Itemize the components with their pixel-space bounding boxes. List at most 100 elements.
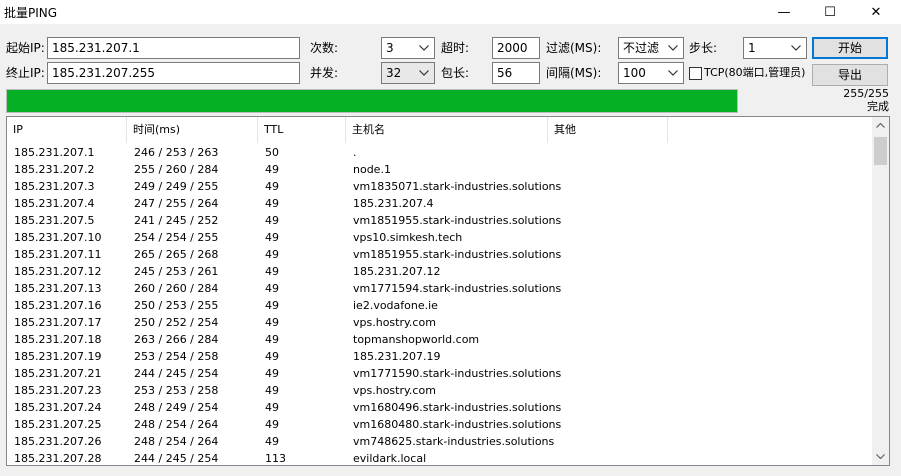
scroll-up-button[interactable] xyxy=(872,117,889,134)
table-row[interactable]: 185.231.207.16 250 / 253 / 255 49 ie2.vodaf… xyxy=(7,297,869,314)
cell-hostname: vps.hostry.com xyxy=(353,384,436,397)
cell-time: 248 / 254 / 264 xyxy=(134,418,219,431)
cell-ttl: 49 xyxy=(265,214,279,227)
export-button[interactable]: 导出 xyxy=(812,64,888,86)
step-select[interactable]: 1 xyxy=(743,37,807,59)
cell-hostname: 185.231.207.12 xyxy=(353,265,441,278)
title-bar: 批量PING — ☐ ✕ xyxy=(0,0,901,24)
table-row[interactable]: 185.231.207.11 265 / 265 / 268 49 vm1851955… xyxy=(7,246,869,263)
cell-time: 255 / 260 / 284 xyxy=(134,163,219,176)
table-row[interactable]: 185.231.207.5 241 / 245 / 252 49 vm1851955.… xyxy=(7,212,869,229)
maximize-button[interactable]: ☐ xyxy=(807,0,853,24)
cell-time: 263 / 266 / 284 xyxy=(134,333,219,346)
cell-hostname: vm748625.stark-industries.solutions xyxy=(353,435,555,448)
count-label: 次数: xyxy=(310,41,339,55)
chevron-down-icon xyxy=(416,39,432,57)
table-row[interactable]: 185.231.207.28 244 / 245 / 254 113 evildark… xyxy=(7,450,869,465)
cell-ip: 185.231.207.18 xyxy=(14,333,102,346)
column-header-ttl[interactable]: TTL xyxy=(258,117,346,143)
count-select[interactable]: 3 xyxy=(381,37,435,59)
column-header-other[interactable]: 其他 xyxy=(548,117,668,143)
table-row[interactable]: 185.231.207.18 263 / 266 / 284 49 topmansho… xyxy=(7,331,869,348)
results-list[interactable]: IP 时间(ms) TTL 主机名 其他 185.231.207.1 246 / … xyxy=(6,116,890,466)
cell-ttl: 49 xyxy=(265,350,279,363)
interval-value: 100 xyxy=(623,66,646,80)
cell-ip: 185.231.207.25 xyxy=(14,418,102,431)
list-rows: 185.231.207.1 246 / 253 / 263 50. 185.231.2… xyxy=(7,144,869,465)
cell-ip: 185.231.207.17 xyxy=(14,316,102,329)
minimize-button[interactable]: — xyxy=(761,0,807,24)
table-row[interactable]: 185.231.207.2 255 / 260 / 284 49 node.1 xyxy=(7,161,869,178)
column-header-ip[interactable]: IP xyxy=(7,117,127,143)
chevron-down-icon xyxy=(876,454,885,459)
cell-ip: 185.231.207.4 xyxy=(14,197,95,210)
concurrency-select[interactable]: 32 xyxy=(381,62,435,84)
table-row[interactable]: 185.231.207.3 249 / 249 / 255 49 vm1835071.… xyxy=(7,178,869,195)
cell-ip: 185.231.207.28 xyxy=(14,452,102,465)
step-label: 步长: xyxy=(689,41,718,55)
progress-fill xyxy=(7,90,737,112)
cell-ttl: 49 xyxy=(265,231,279,244)
maximize-icon: ☐ xyxy=(824,4,836,20)
table-row[interactable]: 185.231.207.17 250 / 252 / 254 49 vps.hostr… xyxy=(7,314,869,331)
cell-ip: 185.231.207.21 xyxy=(14,367,102,380)
vertical-scrollbar[interactable] xyxy=(872,117,889,465)
concurrency-label: 并发: xyxy=(310,66,339,80)
filter-select[interactable]: 不过滤 xyxy=(618,37,684,59)
cell-ip: 185.231.207.2 xyxy=(14,163,95,176)
table-row[interactable]: 185.231.207.13 260 / 260 / 284 49 vm1771594… xyxy=(7,280,869,297)
interval-select[interactable]: 100 xyxy=(618,62,684,84)
tcp-checkbox[interactable] xyxy=(689,67,702,80)
cell-ip: 185.231.207.16 xyxy=(14,299,102,312)
cell-ttl: 49 xyxy=(265,265,279,278)
table-row[interactable]: 185.231.207.24 248 / 249 / 254 49 vm1680496… xyxy=(7,399,869,416)
table-row[interactable]: 185.231.207.26 248 / 254 / 264 49 vm748625.… xyxy=(7,433,869,450)
cell-time: 250 / 252 / 254 xyxy=(134,316,219,329)
timeout-input[interactable]: 2000 xyxy=(492,37,540,59)
cell-ttl: 113 xyxy=(265,452,286,465)
count-value: 3 xyxy=(386,41,394,55)
start-button[interactable]: 开始 xyxy=(812,37,888,59)
table-row[interactable]: 185.231.207.12 245 / 253 / 261 49 185.231.2… xyxy=(7,263,869,280)
cell-ttl: 49 xyxy=(265,248,279,261)
table-row[interactable]: 185.231.207.25 248 / 254 / 264 49 vm1680480… xyxy=(7,416,869,433)
interval-label: 间隔(MS): xyxy=(546,66,602,80)
cell-ttl: 49 xyxy=(265,316,279,329)
table-row[interactable]: 185.231.207.1 246 / 253 / 263 50. xyxy=(7,144,869,161)
cell-ip: 185.231.207.1 xyxy=(14,146,95,159)
chevron-down-icon xyxy=(665,39,681,57)
cell-ttl: 49 xyxy=(265,367,279,380)
cell-time: 248 / 249 / 254 xyxy=(134,401,219,414)
cell-ip: 185.231.207.13 xyxy=(14,282,102,295)
table-row[interactable]: 185.231.207.10 254 / 254 / 255 49 vps10.sim… xyxy=(7,229,869,246)
cell-hostname: 185.231.207.4 xyxy=(353,197,434,210)
scroll-thumb[interactable] xyxy=(874,137,887,165)
column-header-time[interactable]: 时间(ms) xyxy=(127,117,258,143)
cell-time: 244 / 245 / 254 xyxy=(134,367,219,380)
cell-ip: 185.231.207.19 xyxy=(14,350,102,363)
cell-ttl: 49 xyxy=(265,180,279,193)
table-row[interactable]: 185.231.207.23 253 / 253 / 258 49 vps.hostr… xyxy=(7,382,869,399)
cell-ttl: 49 xyxy=(265,401,279,414)
start-ip-input[interactable]: 185.231.207.1 xyxy=(47,37,300,59)
window-title: 批量PING xyxy=(4,6,58,20)
chevron-down-icon xyxy=(416,64,432,82)
timeout-label: 超时: xyxy=(441,41,470,55)
close-button[interactable]: ✕ xyxy=(853,0,899,24)
scroll-down-button[interactable] xyxy=(872,448,889,465)
packet-length-input[interactable]: 56 xyxy=(492,62,540,84)
packet-length-label: 包长: xyxy=(441,66,470,80)
cell-ip: 185.231.207.24 xyxy=(14,401,102,414)
column-header-hostname[interactable]: 主机名 xyxy=(346,117,548,143)
close-icon: ✕ xyxy=(870,4,882,20)
cell-time: 249 / 249 / 255 xyxy=(134,180,219,193)
cell-time: 253 / 253 / 258 xyxy=(134,384,219,397)
table-row[interactable]: 185.231.207.19 253 / 254 / 258 49 185.231.2… xyxy=(7,348,869,365)
cell-ttl: 49 xyxy=(265,282,279,295)
cell-time: 250 / 253 / 255 xyxy=(134,299,219,312)
end-ip-input[interactable]: 185.231.207.255 xyxy=(47,62,300,84)
cell-hostname: 185.231.207.19 xyxy=(353,350,441,363)
cell-ip: 185.231.207.26 xyxy=(14,435,102,448)
table-row[interactable]: 185.231.207.4 247 / 255 / 264 49 185.231.20… xyxy=(7,195,869,212)
table-row[interactable]: 185.231.207.21 244 / 245 / 254 49 vm1771590… xyxy=(7,365,869,382)
